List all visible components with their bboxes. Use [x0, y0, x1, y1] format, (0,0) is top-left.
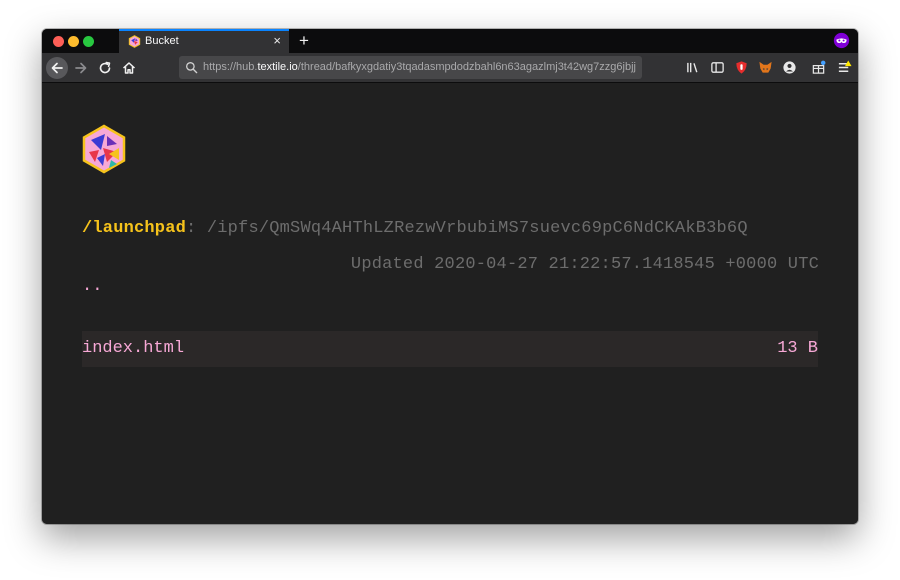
updated-timestamp: Updated 2020-04-27 21:22:57.1418545 +000…	[350, 255, 819, 274]
gift-icon[interactable]	[811, 60, 826, 75]
account-icon[interactable]	[782, 60, 797, 75]
sidebar-icon[interactable]	[710, 60, 725, 75]
window-close-button[interactable]	[53, 36, 64, 47]
page-content: /launchpad: /ipfs/QmSWq4AHThLZRezwVrbubi…	[42, 83, 858, 524]
reload-icon	[99, 61, 111, 74]
home-icon	[122, 62, 136, 74]
forward-button[interactable]	[70, 57, 92, 79]
library-icon[interactable]	[686, 60, 701, 75]
url-host: textile.io	[257, 61, 298, 73]
textile-favicon-icon	[128, 35, 141, 48]
metamask-extension-icon[interactable]	[758, 60, 773, 75]
browser-toolbar: https://hub.textile.io/thread/bafkyxgdat…	[42, 53, 858, 83]
parent-directory-link[interactable]: ..	[82, 277, 102, 296]
bucket-ipfs-path: /ipfs/QmSWq4AHThLZRezwVrbubiMS7suevc69pC…	[196, 219, 748, 238]
url-bar[interactable]: https://hub.textile.io/thread/bafkyxgdat…	[179, 56, 642, 79]
file-size: 13 B	[777, 339, 818, 358]
textile-logo-icon	[82, 124, 126, 174]
back-icon	[51, 62, 63, 74]
tab-title: Bucket	[145, 35, 179, 47]
tab-close-button[interactable]: ×	[273, 33, 281, 49]
url-text: https://hub.textile.io/thread/bafkyxgdat…	[203, 61, 636, 73]
file-row[interactable]: index.html 13 B	[82, 331, 818, 367]
window-maximize-button[interactable]	[83, 36, 94, 47]
browser-window: Bucket × + https://hub.textile.io/thread…	[42, 29, 858, 524]
url-prefix: https://hub.	[203, 61, 258, 73]
new-tab-button[interactable]: +	[294, 29, 314, 53]
menu-icon[interactable]	[837, 60, 852, 75]
home-button[interactable]	[118, 57, 140, 79]
bucket-path: /launchpad: /ipfs/QmSWq4AHThLZRezwVrbubi…	[82, 219, 748, 238]
shield-extension-icon[interactable]	[734, 60, 749, 75]
forward-icon	[75, 62, 87, 74]
tab-bucket[interactable]: Bucket ×	[119, 29, 289, 53]
bucket-separator: :	[186, 219, 197, 238]
bucket-name: /launchpad	[82, 219, 187, 238]
reload-button[interactable]	[94, 57, 116, 79]
url-path: /thread/bafkyxgdatiy3tqadasmpdodzbahl6n6…	[297, 61, 636, 73]
back-button[interactable]	[46, 57, 68, 79]
file-name-link[interactable]: index.html	[82, 339, 184, 358]
window-minimize-button[interactable]	[68, 36, 79, 47]
private-browsing-mask-icon[interactable]	[833, 32, 850, 49]
search-icon	[186, 62, 198, 74]
tab-strip: Bucket × +	[42, 29, 858, 53]
